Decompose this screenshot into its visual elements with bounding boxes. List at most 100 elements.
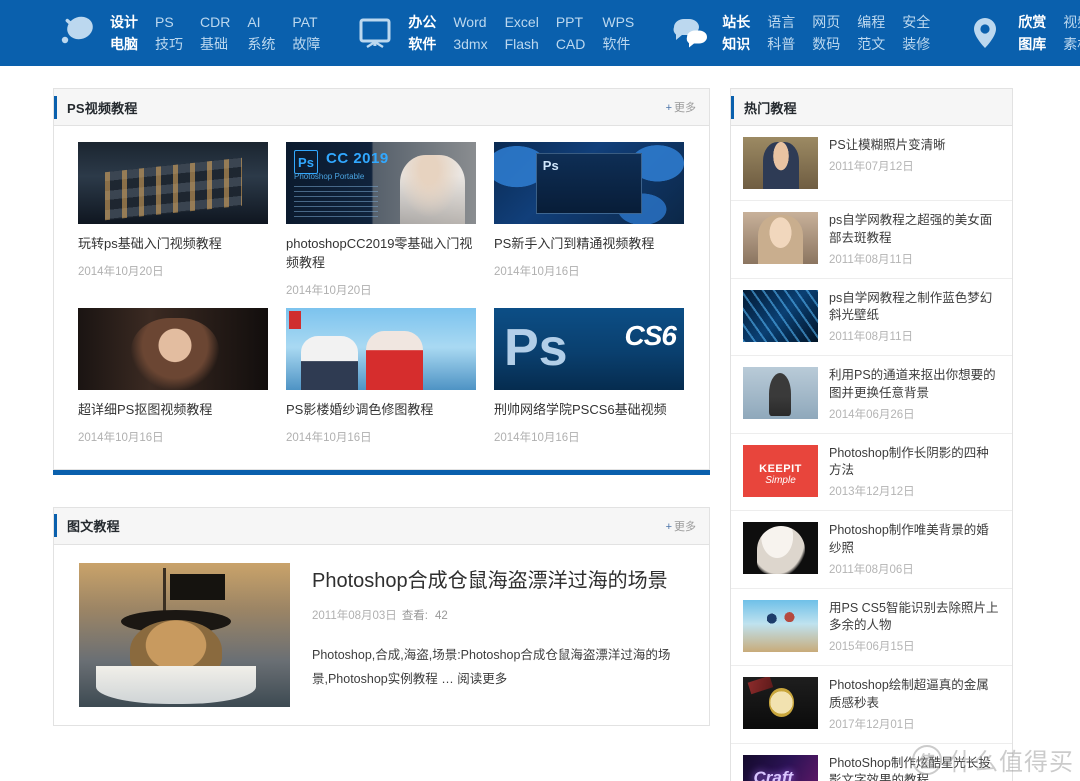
list-item-title[interactable]: Photoshop绘制超逼真的金属质感秒表	[829, 677, 1000, 713]
list-item-title[interactable]: 用PS CS5智能识别去除照片上多余的人物	[829, 600, 1000, 636]
nav-link-bottom[interactable]: 软件	[602, 33, 634, 55]
nav-link-bottom[interactable]: Flash	[505, 33, 539, 55]
main-column: PS视频教程 + 更多 玩转ps基础入门视频教程 2014年10月20日 Ps C…	[53, 88, 710, 781]
nav-link-bottom[interactable]: 图库	[1018, 33, 1046, 55]
nav-link-top[interactable]: 设计	[110, 11, 138, 33]
ps-video-panel-underline	[53, 469, 710, 475]
list-item-thumbnail[interactable]	[743, 522, 818, 574]
list-item-title[interactable]: ps自学网教程之超强的美女面部去斑教程	[829, 212, 1000, 248]
video-thumbnail[interactable]	[78, 142, 268, 224]
nav-link-top[interactable]: Excel	[505, 11, 539, 33]
nav-link-top[interactable]: 语言	[767, 11, 795, 33]
nav-link-bottom[interactable]: 知识	[722, 33, 750, 55]
nav-link-bottom[interactable]: CAD	[556, 33, 586, 55]
video-card-title[interactable]: PS影楼婚纱调色修图教程	[286, 401, 476, 420]
list-item-thumbnail[interactable]	[743, 677, 818, 729]
nav-link-bottom[interactable]: 系统	[247, 33, 275, 55]
nav-link-bottom[interactable]: 基础	[200, 33, 230, 55]
nav-link-top[interactable]: 视频	[1063, 11, 1080, 33]
list-item[interactable]: PhotoShop制作炫酷星光长投影文字效果的教程 2013年09月27日	[731, 744, 1012, 781]
video-card[interactable]: 玩转ps基础入门视频教程 2014年10月20日	[78, 142, 286, 298]
nav-link-top[interactable]: 安全	[902, 11, 930, 33]
nav-link-bottom[interactable]: 范文	[857, 33, 885, 55]
video-card-title[interactable]: 玩转ps基础入门视频教程	[78, 235, 268, 254]
nav-col-1-3: PPT CAD	[556, 11, 586, 55]
nav-link-bottom[interactable]: 数码	[812, 33, 840, 55]
nav-link-top[interactable]: 站长	[722, 11, 750, 33]
nav-link-bottom[interactable]: 装修	[902, 33, 930, 55]
nav-link-bottom[interactable]: 技巧	[155, 33, 183, 55]
nav-link-bottom[interactable]: 科普	[767, 33, 795, 55]
list-item-title[interactable]: ps自学网教程之制作蓝色梦幻斜光壁纸	[829, 290, 1000, 326]
article-panel-title: 图文教程	[67, 519, 120, 535]
list-item[interactable]: Photoshop绘制超逼真的金属质感秒表 2017年12月01日	[731, 666, 1012, 744]
video-thumbnail[interactable]	[494, 142, 684, 224]
video-card[interactable]: PS影楼婚纱调色修图教程 2014年10月16日	[286, 307, 494, 445]
ps-video-more-link[interactable]: + 更多	[666, 99, 696, 115]
nav-link-top[interactable]: AI	[247, 11, 275, 33]
nav-link-top[interactable]: WPS	[602, 11, 634, 33]
nav-link-bottom[interactable]: 素材	[1063, 33, 1080, 55]
list-item-text: PhotoShop制作炫酷星光长投影文字效果的教程 2013年09月27日	[829, 755, 1000, 781]
list-item-thumbnail[interactable]	[743, 212, 818, 264]
list-item-thumbnail[interactable]	[743, 754, 818, 781]
video-thumbnail[interactable]: CS6	[494, 307, 684, 390]
ps-video-panel-title: PS视频教程	[67, 100, 138, 116]
article-title[interactable]: Photoshop合成仓鼠海盗漂洋过海的场景	[312, 568, 691, 594]
list-item[interactable]: Photoshop制作唯美背景的婚纱照 2011年08月06日	[731, 511, 1012, 589]
article-excerpt: Photoshop,合成,海盗,场景:Photoshop合成仓鼠海盗漂洋过海的场…	[312, 643, 691, 692]
list-item[interactable]: 利用PS的通道来抠出你想要的图并更换任意背景 2014年06月26日	[731, 356, 1012, 434]
nav-link-bottom[interactable]: 软件	[408, 33, 436, 55]
video-card[interactable]: Ps CC 2019 Photoshop Portable photoshopC…	[286, 142, 494, 298]
list-item-title[interactable]: Photoshop制作唯美背景的婚纱照	[829, 522, 1000, 558]
list-item-thumbnail[interactable]	[743, 137, 818, 189]
nav-col-3-1: 视频 素材	[1063, 11, 1080, 55]
list-item-date: 2011年08月11日	[829, 331, 913, 343]
nav-link-bottom[interactable]: 故障	[292, 33, 320, 55]
list-item-thumbnail[interactable]: KEEPIT Simple	[743, 444, 818, 497]
nav-link-top[interactable]: 欣赏	[1018, 11, 1046, 33]
list-item[interactable]: KEEPIT Simple Photoshop制作长阴影的四种方法 2013年1…	[731, 434, 1012, 511]
list-item-title[interactable]: PS让模糊照片变清晰	[829, 137, 1000, 155]
video-card[interactable]: CS6 刑帅网络学院PSCS6基础视频 2014年10月16日	[494, 307, 702, 445]
video-card-title[interactable]: 刑帅网络学院PSCS6基础视频	[494, 401, 684, 420]
nav-link-top[interactable]: Word	[453, 11, 487, 33]
nav-link-top[interactable]: PPT	[556, 11, 586, 33]
nav-link-top[interactable]: PS	[155, 11, 183, 33]
video-card-title[interactable]: PS新手入门到精通视频教程	[494, 235, 684, 254]
nav-link-top[interactable]: 办公	[408, 11, 436, 33]
list-item-thumbnail[interactable]	[743, 367, 818, 419]
list-item-title[interactable]: Photoshop制作长阴影的四种方法	[829, 445, 1000, 481]
video-card[interactable]: PS新手入门到精通视频教程 2014年10月16日	[494, 142, 702, 298]
video-card-title[interactable]: photoshopCC2019零基础入门视频教程	[286, 235, 476, 273]
article-thumbnail[interactable]	[79, 562, 290, 707]
list-item-title[interactable]: PhotoShop制作炫酷星光长投影文字效果的教程	[829, 755, 1000, 781]
nav-link-bottom[interactable]: 3dmx	[453, 33, 487, 55]
accent-bar	[731, 95, 734, 119]
nav-link-top[interactable]: CDR	[200, 11, 230, 33]
nav-col-0-2: CDR 基础	[200, 11, 230, 55]
list-item-text: Photoshop制作长阴影的四种方法 2013年12月12日	[829, 445, 1000, 500]
list-item[interactable]: PS让模糊照片变清晰 2011年07月12日	[731, 126, 1012, 201]
read-more-link[interactable]: 阅读更多	[457, 672, 507, 686]
nav-link-top[interactable]: 编程	[857, 11, 885, 33]
nav-link-bottom[interactable]: 电脑	[110, 33, 138, 55]
video-thumbnail[interactable]	[286, 307, 476, 390]
video-card-title[interactable]: 超详细PS抠图视频教程	[78, 401, 268, 420]
thumb-text-lines	[294, 186, 378, 220]
nav-link-top[interactable]: PAT	[292, 11, 320, 33]
video-thumbnail[interactable]	[78, 307, 268, 390]
list-item-thumbnail[interactable]	[743, 289, 818, 342]
list-item[interactable]: 用PS CS5智能识别去除照片上多余的人物 2015年06月15日	[731, 589, 1012, 666]
thumb-cs6-label: CS6	[624, 319, 677, 351]
list-item[interactable]: ps自学网教程之超强的美女面部去斑教程 2011年08月11日	[731, 201, 1012, 279]
article-more-link[interactable]: + 更多	[666, 518, 696, 534]
monitor-icon	[350, 8, 400, 58]
list-item-thumbnail[interactable]	[743, 599, 818, 652]
video-card[interactable]: 超详细PS抠图视频教程 2014年10月16日	[78, 307, 286, 445]
video-thumbnail[interactable]: Ps CC 2019 Photoshop Portable	[286, 142, 476, 224]
nav-link-top[interactable]: 网页	[812, 11, 840, 33]
video-card-date: 2014年10月20日	[78, 265, 164, 278]
list-item-title[interactable]: 利用PS的通道来抠出你想要的图并更换任意背景	[829, 367, 1000, 403]
list-item[interactable]: ps自学网教程之制作蓝色梦幻斜光壁纸 2011年08月11日	[731, 279, 1012, 356]
